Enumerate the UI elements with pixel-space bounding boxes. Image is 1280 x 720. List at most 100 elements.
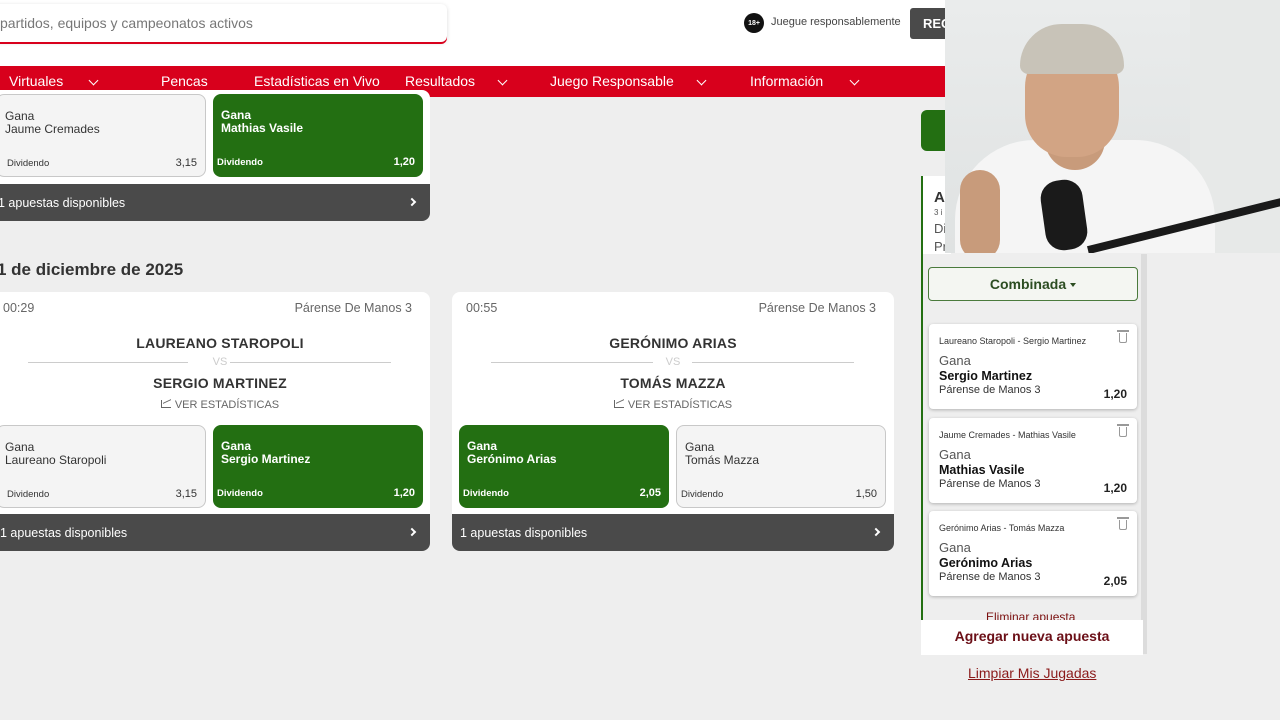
odd-button[interactable]: Gana Laureano Staropoli Dividendo 3,15: [0, 425, 206, 508]
dividend-value: 2,05: [639, 487, 661, 499]
odd-player-name: Mathias Vasile: [221, 121, 304, 135]
match-time: 00:29: [3, 301, 35, 315]
bet-selection: Gerónimo Arias: [939, 556, 1033, 570]
bet-item: Jaume Cremades - Mathias Vasile Gana Mat…: [929, 418, 1137, 503]
dividend-value: 1,20: [393, 487, 415, 499]
chevron-down-icon[interactable]: [696, 75, 707, 86]
odd-label: Gana: [467, 439, 498, 453]
dividend-label: Dividendo: [217, 157, 263, 168]
bet-label: Gana: [939, 447, 971, 462]
dividend-value: 3,15: [175, 157, 197, 169]
odd-button-selected[interactable]: Gana Sergio Martinez Dividendo 1,20: [213, 425, 423, 508]
odd-button[interactable]: Gana Tomás Mazza Dividendo 1,50: [676, 425, 886, 508]
nav-item-label: Estadísticas en Vivo: [254, 73, 380, 89]
odd-button-selected[interactable]: Gana Gerónimo Arias Dividendo 2,05: [459, 425, 669, 508]
webcam-person-arm: [960, 170, 1000, 253]
delete-bet-link[interactable]: Eliminar apuesta: [986, 610, 1106, 620]
webcam-person-cap: [1020, 24, 1124, 74]
nav-item-label: Pencas: [161, 73, 208, 89]
bet-label: Gana: [939, 353, 971, 368]
odd-player-name: Jaume Cremades: [5, 122, 100, 136]
bet-match-name: Jaume Cremades - Mathias Vasile: [939, 430, 1076, 440]
odd-button[interactable]: Gana Jaume Cremades Dividendo 3,15: [0, 94, 206, 177]
available-bets-label: 1 apuestas disponibles: [0, 526, 128, 540]
bet-selection: Sergio Martinez: [939, 369, 1033, 383]
betslip-border: [921, 254, 923, 620]
view-stats-label: VER ESTADÍSTICAS: [174, 399, 280, 411]
bet-mode-label: Combinada: [989, 276, 1067, 292]
bet-match-name: Gerónimo Arias - Tomás Mazza: [939, 523, 1065, 533]
vs-label: VS: [212, 356, 228, 368]
bet-competition: Párense de Manos 3: [939, 384, 1041, 396]
chevron-down-icon[interactable]: [497, 75, 508, 86]
available-bets-footer[interactable]: 1 apuestas disponibles: [452, 514, 894, 551]
player-two-name: TOMÁS MAZZA: [620, 375, 726, 391]
chevron-down-icon[interactable]: [88, 75, 99, 86]
trash-icon[interactable]: [1117, 330, 1129, 343]
betslip-summary-count: 3 i: [934, 208, 943, 217]
bet-match-name: Laureano Staropoli - Sergio Martinez: [939, 336, 1087, 346]
bet-competition: Párense de Manos 3: [939, 571, 1041, 583]
betslip-scrollbar[interactable]: [1141, 254, 1147, 654]
search-input[interactable]: [0, 4, 440, 42]
clear-plays-link[interactable]: Limpiar Mis Jugadas: [968, 665, 1096, 681]
dividend-value: 1,20: [393, 156, 415, 168]
bet-label: Gana: [939, 540, 971, 555]
nav-item-label: Juego Responsable: [550, 73, 674, 89]
webcam-overlay: [945, 0, 1280, 253]
dividend-label: Dividendo: [7, 489, 50, 500]
caret-down-icon: [1070, 283, 1077, 288]
competition-name: Párense De Manos 3: [294, 301, 412, 315]
chart-icon: [160, 400, 171, 408]
available-bets-footer[interactable]: 1 apuestas disponibles: [0, 514, 430, 551]
odd-player-name: Tomás Mazza: [685, 453, 760, 467]
add-bet-button[interactable]: Agregar nueva apuesta: [921, 620, 1143, 655]
nav-item-label: Información: [750, 73, 824, 89]
trash-icon[interactable]: [1117, 424, 1129, 437]
odd-label: Gana: [221, 108, 252, 122]
chevron-down-icon[interactable]: [849, 75, 860, 86]
nav-item-informacion[interactable]: Información: [750, 66, 823, 97]
bet-competition: Párense de Manos 3: [939, 478, 1041, 490]
odd-label: Gana: [685, 440, 715, 454]
bet-item: Gerónimo Arias - Tomás Mazza Gana Geróni…: [929, 511, 1137, 596]
trash-icon[interactable]: [1117, 517, 1129, 530]
nav-item-juego-responsable[interactable]: Juego Responsable: [550, 66, 674, 97]
bet-odd: 1,20: [1103, 481, 1127, 495]
chart-icon: [613, 400, 624, 408]
dividend-label: Dividendo: [217, 488, 263, 499]
available-bets-label: 1 apuestas disponibles: [0, 196, 126, 210]
view-stats-label: VER ESTADÍSTICAS: [627, 399, 733, 411]
dividend-label: Dividendo: [681, 489, 724, 500]
competition-name: Párense De Manos 3: [758, 301, 876, 315]
dividend-value: 1,50: [855, 488, 877, 500]
odd-label: Gana: [5, 440, 35, 454]
dividend-label: Dividendo: [7, 158, 50, 169]
match-time: 00:55: [466, 301, 498, 315]
date-heading: 1 de diciembre de 2025: [0, 260, 184, 279]
responsible-gaming-text[interactable]: Juegue responsablemente: [771, 16, 901, 28]
search-box: [0, 4, 447, 42]
bet-selection: Mathias Vasile: [939, 463, 1025, 477]
bet-item: Laureano Staropoli - Sergio Martinez Gan…: [929, 324, 1137, 409]
match-card: 00:55 Párense De Manos 3 GERÓNIMO ARIAS …: [452, 292, 894, 551]
odd-player-name: Gerónimo Arias: [467, 452, 557, 466]
odd-button-selected[interactable]: Gana Mathias Vasile Dividendo 1,20: [213, 94, 423, 177]
match-card: 00:29 Párense De Manos 3 LAUREANO STAROP…: [0, 292, 430, 551]
dividend-value: 3,15: [175, 488, 197, 500]
betslip-summary-title: A: [934, 189, 945, 206]
available-bets-label: 1 apuestas disponibles: [460, 526, 588, 540]
odd-label: Gana: [221, 439, 252, 453]
nav-item-label: Virtuales: [9, 73, 64, 89]
available-bets-footer[interactable]: 1 apuestas disponibles: [0, 184, 430, 221]
bet-mode-dropdown[interactable]: Combinada: [928, 267, 1138, 301]
view-stats-link[interactable]: VER ESTADÍSTICAS: [0, 399, 440, 411]
view-stats-link[interactable]: VER ESTADÍSTICAS: [452, 399, 894, 411]
player-one-name: GERÓNIMO ARIAS: [609, 335, 737, 351]
age-restriction-icon: 18+: [744, 13, 764, 33]
chevron-right-icon: [407, 527, 417, 537]
chevron-right-icon: [407, 197, 417, 207]
odd-label: Gana: [5, 109, 35, 123]
player-one-name: LAUREANO STAROPOLI: [136, 335, 304, 351]
bet-odd: 2,05: [1103, 574, 1127, 588]
